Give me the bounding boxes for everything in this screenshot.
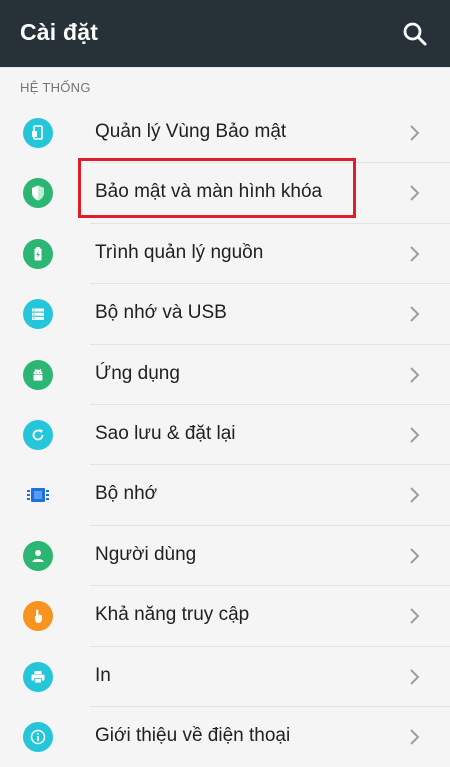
settings-item-accessibility[interactable]: Khả năng truy cập: [0, 586, 450, 647]
settings-item-storage-usb[interactable]: Bộ nhớ và USB: [0, 284, 450, 345]
settings-item-backup-reset[interactable]: Sao lưu & đặt lại: [0, 405, 450, 466]
user-icon: [23, 540, 53, 571]
settings-item-label: Quản lý Vùng Bảo mật: [95, 121, 287, 142]
chevron-right-icon: [410, 185, 420, 202]
accessibility-hand-icon: [23, 601, 53, 632]
chevron-right-icon: [410, 608, 420, 624]
settings-item-about-phone[interactable]: Giới thiệu về điện thoại: [0, 707, 450, 767]
settings-item-memory[interactable]: Bộ nhớ: [0, 465, 450, 526]
search-icon[interactable]: [400, 19, 430, 49]
settings-item-secure-folder[interactable]: Quản lý Vùng Bảo mật: [0, 103, 450, 164]
chevron-right-icon: [410, 668, 420, 685]
settings-item-label: Bộ nhớ và USB: [95, 302, 227, 324]
secure-folder-icon: [23, 118, 53, 148]
chevron-right-icon: [410, 246, 420, 262]
storage-icon: [23, 299, 53, 330]
chevron-right-icon: [410, 125, 420, 141]
chevron-right-icon: [410, 729, 420, 745]
memory-chip-icon: [23, 480, 53, 510]
settings-item-power-manager[interactable]: Trình quản lý nguồn: [0, 224, 450, 285]
chevron-right-icon: [410, 427, 420, 443]
settings-item-label: In: [95, 664, 111, 686]
settings-item-apps[interactable]: Ứng dụng: [0, 345, 450, 405]
settings-item-security-lock-screen[interactable]: Bảo mật và màn hình khóa: [0, 163, 450, 224]
settings-item-label: Trình quản lý nguồn: [95, 241, 264, 263]
settings-item-label: Khả năng truy cập: [95, 604, 250, 626]
backup-icon: [23, 419, 53, 450]
section-system: HỆ THỐNG: [0, 67, 450, 104]
battery-icon: [23, 238, 53, 269]
chevron-right-icon: [410, 548, 420, 564]
android-icon: [23, 359, 53, 390]
shield-icon: [23, 178, 53, 209]
printer-icon: [23, 661, 53, 692]
page-title: Cài đặt: [20, 19, 99, 45]
settings-item-label: Giới thiệu về điện thoại: [95, 724, 291, 746]
chevron-right-icon: [410, 366, 420, 383]
chevron-right-icon: [410, 487, 420, 504]
section-header: HỆ THỐNG: [20, 80, 91, 95]
settings-item-label: Ứng dụng: [95, 362, 180, 384]
info-icon: [23, 721, 53, 752]
chevron-right-icon: [410, 306, 420, 322]
settings-item-label: Bảo mật và màn hình khóa: [95, 181, 323, 203]
settings-item-users[interactable]: Người dùng: [0, 526, 450, 587]
settings-item-label: Sao lưu & đặt lại: [95, 422, 236, 444]
settings-item-print[interactable]: In: [0, 647, 450, 707]
settings-list: Quản lý Vùng Bảo mật Bảo mật và màn hình…: [0, 103, 450, 767]
settings-item-label: Người dùng: [95, 543, 197, 565]
settings-item-label: Bộ nhớ: [95, 483, 158, 505]
app-bar: Cài đặt: [0, 0, 450, 67]
